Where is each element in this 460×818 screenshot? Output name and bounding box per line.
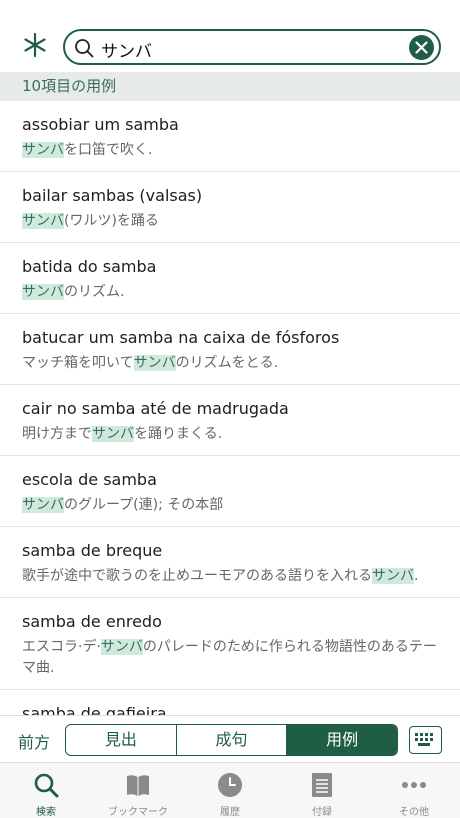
- segment-option-1[interactable]: 成句: [177, 725, 288, 755]
- keyboard-button[interactable]: [409, 726, 442, 754]
- list-item[interactable]: batida do samba サンバのリズム.: [0, 243, 460, 314]
- entry-term: samba de gafieira: [22, 704, 167, 715]
- tab-book[interactable]: ブックマーク: [92, 763, 184, 818]
- tab-label: 付録: [312, 807, 332, 818]
- tab-label: 検索: [36, 807, 56, 818]
- entry-term: cair no samba até de madrugada: [22, 399, 289, 418]
- definition-text: (ワルツ)を踊る: [64, 213, 159, 229]
- segment-bar: 前方 見出 成句 用例: [0, 715, 460, 762]
- search-header: サンバ: [0, 0, 460, 72]
- tab-more[interactable]: その他: [368, 763, 460, 818]
- definition-text: を口笛で吹く.: [64, 142, 153, 158]
- definition-text: マッチ箱を叩いて: [22, 355, 134, 371]
- list-item[interactable]: samba de enredo エスコラ·デ·サンバのパレードのために作られる物語…: [0, 598, 460, 690]
- entry-definition: マッチ箱を叩いてサンバのリズムをとる.: [22, 353, 444, 374]
- definition-text: のリズムをとる.: [175, 355, 279, 371]
- highlighted-match: サンバ: [100, 639, 143, 655]
- definition-text: を踊りまくる.: [134, 426, 223, 442]
- definition-text: エスコラ·デ·: [22, 639, 101, 655]
- tab-search[interactable]: 検索: [0, 763, 92, 818]
- tab-clock[interactable]: 履歴: [184, 763, 276, 818]
- list-item[interactable]: cair no samba até de madrugada 明け方までサンバを踊…: [0, 385, 460, 456]
- definition-text: 歌手が途中で歌うのを止めユーモアのある語りを入れる: [22, 568, 372, 584]
- prefix-match-toggle[interactable]: 前方: [18, 729, 50, 753]
- tab-label: 履歴: [220, 807, 240, 818]
- clear-button[interactable]: [409, 35, 434, 60]
- entry-term: batida do samba: [22, 257, 157, 276]
- highlighted-match: サンバ: [22, 142, 64, 158]
- highlighted-match: サンバ: [92, 426, 134, 442]
- highlighted-match: サンバ: [372, 568, 414, 584]
- close-icon: [415, 41, 428, 54]
- highlighted-match: サンバ: [22, 213, 64, 229]
- highlighted-match: サンバ: [22, 284, 64, 300]
- list-item[interactable]: samba de gafieira［ジャズのビッグバンドの影響を受けた］都会のダ…: [0, 690, 460, 715]
- results-list[interactable]: assobiar um samba サンバを口笛で吹く. bailar sambas…: [0, 101, 460, 715]
- tab-bar: 検索 ブックマーク 履歴 付録 その他: [0, 762, 460, 818]
- list-item[interactable]: escola de samba サンバのグループ(連); その本部: [0, 456, 460, 527]
- list-item[interactable]: samba de breque 歌手が途中で歌うのを止めユーモアのある語りを入れる…: [0, 527, 460, 598]
- search-mode-segmented-control: 見出 成句 用例: [65, 724, 398, 756]
- list-item[interactable]: bailar sambas (valsas) サンバ(ワルツ)を踊る: [0, 172, 460, 243]
- tab-label: ブックマーク: [108, 807, 168, 818]
- entry-definition: エスコラ·デ·サンバのパレードのために作られる物語性のあるテーマ曲.: [22, 637, 444, 679]
- book-icon: [127, 775, 149, 796]
- entry-term: bailar sambas (valsas): [22, 186, 203, 205]
- entry-term: assobiar um samba: [22, 115, 179, 134]
- entry-term: samba de breque: [22, 541, 163, 560]
- entry-definition: 歌手が途中で歌うのを止めユーモアのある語りを入れるサンバ.: [22, 566, 444, 587]
- search-icon: [75, 39, 94, 58]
- tab-label: その他: [399, 807, 429, 818]
- entry-term: samba de enredo: [22, 612, 162, 631]
- definition-text: のリズム.: [64, 284, 125, 300]
- definition-text: 明け方まで: [22, 426, 92, 442]
- search-icon: [34, 773, 59, 798]
- tab-document[interactable]: 付録: [276, 763, 368, 818]
- segment-option-2[interactable]: 用例: [287, 725, 397, 755]
- asterisk-icon[interactable]: [20, 30, 50, 60]
- entry-definition: 明け方までサンバを踊りまくる.: [22, 424, 444, 445]
- entry-definition: サンバ(ワルツ)を踊る: [22, 211, 444, 232]
- clock-icon: [218, 773, 242, 797]
- entry-term: escola de samba: [22, 470, 157, 489]
- list-item[interactable]: batucar um samba na caixa de fósforos マッチ…: [0, 314, 460, 385]
- search-query[interactable]: サンバ: [101, 37, 152, 62]
- entry-term: batucar um samba na caixa de fósforos: [22, 328, 340, 347]
- search-input[interactable]: サンバ: [63, 29, 441, 65]
- entry-definition: サンバを口笛で吹く.: [22, 140, 444, 161]
- keyboard-icon: [415, 733, 433, 746]
- entry-definition: サンバのグループ(連); その本部: [22, 495, 444, 516]
- segment-option-0[interactable]: 見出: [66, 725, 177, 755]
- section-header: 10項目の用例: [0, 72, 460, 101]
- highlighted-match: サンバ: [22, 497, 64, 513]
- highlighted-match: サンバ: [133, 355, 176, 371]
- document-icon: [312, 773, 332, 797]
- definition-text: .: [414, 568, 419, 584]
- definition-text: のグループ(連); その本部: [64, 497, 224, 513]
- list-item[interactable]: assobiar um samba サンバを口笛で吹く.: [0, 101, 460, 172]
- more-icon: [402, 782, 426, 788]
- entry-definition: サンバのリズム.: [22, 282, 444, 303]
